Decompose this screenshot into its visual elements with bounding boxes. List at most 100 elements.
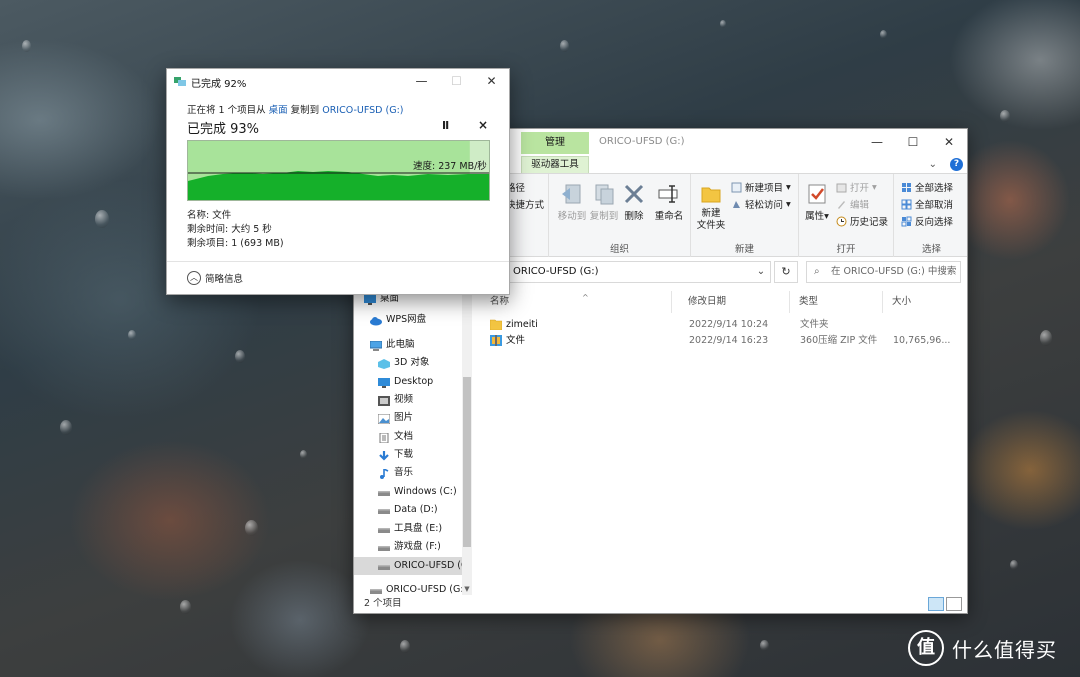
- minimize-button[interactable]: —: [859, 129, 895, 156]
- chevron-up-icon: ︿: [187, 271, 201, 285]
- edit-button[interactable]: 编辑: [836, 197, 869, 211]
- edit-pencil-icon: [838, 200, 845, 209]
- destination-link[interactable]: ORICO-UFSD (G:): [322, 105, 403, 116]
- open-button[interactable]: 打开 ▾: [836, 180, 877, 194]
- rename-icon: [658, 185, 678, 203]
- progress-title: 已完成 93%: [187, 122, 260, 137]
- address-bar[interactable]: ORICO-UFSD (G:): [474, 261, 771, 283]
- nav-item-label: 3D 对象: [394, 357, 430, 368]
- maximize-button[interactable]: ☐: [895, 129, 931, 156]
- ribbon-collapse-icon[interactable]: ⌄: [929, 159, 937, 170]
- help-icon[interactable]: ?: [950, 158, 963, 171]
- drive-icon: [370, 585, 382, 595]
- file-row[interactable]: zimeiti 2022/9/14 10:24 文件夹: [472, 317, 952, 333]
- nav-item-label: Desktop: [394, 376, 434, 387]
- delete-button[interactable]: 删除: [621, 182, 647, 222]
- ribbon-group-new: 新建 文件夹 新建项目 ▾ 轻松访问 ▾ 新建: [691, 174, 799, 258]
- search-input[interactable]: ⌕ 在 ORICO-UFSD (G:) 中搜索: [806, 261, 961, 283]
- paste-shortcut-button[interactable]: 快捷方式: [506, 197, 544, 211]
- nav-item[interactable]: 3D 对象: [354, 354, 462, 372]
- file-name: 文件: [506, 335, 526, 346]
- column-header-type[interactable]: 类型: [791, 291, 883, 313]
- copy-progress-dialog: 已完成 92% — ☐ ✕ 正在将 1 个项目从 桌面 复制到 ORICO-UF…: [166, 68, 510, 295]
- drive-icon: [378, 524, 390, 534]
- select-none-button[interactable]: 全部取消: [901, 197, 953, 211]
- nav-item-label: 视频: [394, 394, 414, 405]
- time-remaining: 剩余时间: 大约 5 秒: [187, 224, 272, 235]
- nav-item-label: Data (D:): [394, 504, 438, 515]
- status-bar: 2 个项目: [354, 595, 967, 613]
- desktop-icon: [364, 294, 376, 305]
- navigation-scrollbar[interactable]: ▼: [462, 287, 472, 599]
- desktop-icon: [378, 377, 390, 388]
- copy-to-icon: [595, 184, 614, 205]
- large-icons-view-button[interactable]: [946, 597, 962, 611]
- scroll-down-icon[interactable]: ▼: [462, 585, 472, 593]
- graph-speed-fill: [188, 171, 489, 200]
- nav-item[interactable]: 视频: [354, 391, 462, 409]
- file-modified: 2022/9/14 10:24: [689, 319, 769, 330]
- address-history-chevron-icon[interactable]: ⌄: [752, 261, 770, 283]
- cancel-button[interactable]: ×: [478, 118, 488, 132]
- copy-close-button[interactable]: ✕: [474, 69, 509, 93]
- nav-item-label: WPS网盘: [386, 314, 427, 325]
- rename-button[interactable]: 重命名: [651, 182, 687, 222]
- nav-item[interactable]: ORICO-UFSD (G:): [354, 557, 462, 575]
- file-list: ^ 名称 修改日期 类型 大小 zimeiti 2022/9/14 10:24 文件…: [472, 287, 967, 597]
- easy-access-button[interactable]: 轻松访问 ▾: [731, 197, 791, 211]
- details-view-button[interactable]: [928, 597, 944, 611]
- watermark-text: 什么值得买: [952, 637, 1057, 662]
- nav-item[interactable]: 图片: [354, 409, 462, 427]
- nav-item-label: 文档: [394, 431, 414, 442]
- new-item-button[interactable]: 新建项目 ▾: [731, 180, 791, 194]
- file-name: zimeiti: [506, 319, 538, 330]
- move-to-icon: [562, 184, 581, 204]
- nav-item[interactable]: 工具盘 (E:): [354, 520, 462, 538]
- computer-icon: [369, 340, 383, 351]
- watermark-logo: 值 什么值得买: [908, 630, 1057, 666]
- column-header-size[interactable]: 大小: [884, 291, 954, 313]
- copy-dialog-title: 已完成 92%: [191, 79, 247, 90]
- history-button[interactable]: 历史记录: [836, 214, 888, 228]
- nav-item[interactable]: 音乐: [354, 464, 462, 482]
- pause-button[interactable]: II: [442, 119, 449, 132]
- properties-button[interactable]: 属性▾: [803, 182, 831, 222]
- ribbon-group-organize: 移动到 复制到 删除 重命名 组织: [549, 174, 691, 258]
- context-tab-group-manage[interactable]: 管理: [521, 132, 589, 154]
- nav-item[interactable]: 文档: [354, 428, 462, 446]
- ribbon-group-open: 属性▾ 打开 ▾ 编辑 历史记录 打开: [799, 174, 894, 258]
- open-icon: [836, 183, 847, 192]
- current-file-name: 名称: 文件: [187, 210, 232, 221]
- navigation-scrollbar-thumb[interactable]: [463, 377, 471, 547]
- drive-icon: [378, 487, 390, 497]
- nav-item-label: 下载: [394, 449, 414, 460]
- move-to-button[interactable]: 移动到: [555, 182, 589, 222]
- copy-to-button[interactable]: 复制到: [587, 182, 621, 222]
- sort-ascending-icon: ^: [582, 293, 589, 302]
- nav-item[interactable]: WPS网盘: [354, 311, 462, 329]
- refresh-icon[interactable]: ↻: [774, 261, 798, 283]
- new-folder-button[interactable]: 新建 文件夹: [694, 182, 728, 232]
- select-all-button[interactable]: 全部选择: [901, 180, 953, 194]
- nav-item-label: 图片: [394, 412, 414, 423]
- nav-item[interactable]: 下载: [354, 446, 462, 464]
- source-link[interactable]: 桌面: [269, 105, 288, 116]
- tab-drive-tools[interactable]: 驱动器工具: [521, 156, 589, 173]
- column-header-modified[interactable]: 修改日期: [680, 291, 790, 313]
- drive-icon: [378, 561, 390, 571]
- close-button[interactable]: ✕: [931, 129, 967, 156]
- nav-item[interactable]: Data (D:): [354, 501, 462, 519]
- nav-item[interactable]: 此电脑: [354, 336, 462, 354]
- delete-x-icon: [624, 184, 644, 204]
- copy-minimize-button[interactable]: —: [404, 69, 439, 93]
- nav-item[interactable]: Windows (C:): [354, 483, 462, 501]
- new-folder-icon: [701, 187, 721, 203]
- nav-item[interactable]: 游戏盘 (F:): [354, 538, 462, 556]
- file-row[interactable]: 文件 2022/9/14 16:23 360压缩 ZIP 文件 10,765,96..…: [472, 333, 952, 349]
- select-all-icon: [902, 182, 911, 192]
- nav-item-label: Windows (C:): [394, 486, 457, 497]
- copy-details: 名称: 文件 剩余时间: 大约 5 秒 剩余项目: 1 (693 MB): [187, 209, 284, 251]
- invert-selection-button[interactable]: 反向选择: [901, 214, 953, 228]
- nav-item[interactable]: Desktop: [354, 373, 462, 391]
- fewer-details-button[interactable]: ︿ 简略信息: [187, 271, 243, 285]
